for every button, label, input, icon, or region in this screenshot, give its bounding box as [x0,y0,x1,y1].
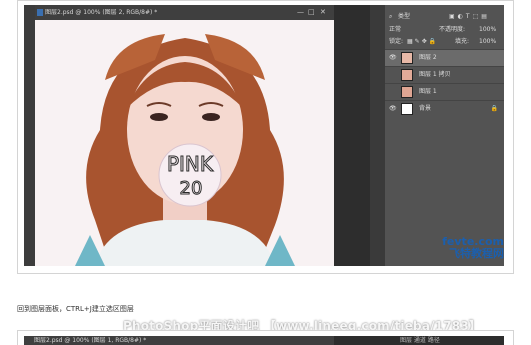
opacity-value[interactable]: 100% [479,24,496,35]
layer-row-layer2[interactable]: 👁 图层 2 [385,49,504,66]
visibility-eye-icon[interactable]: 👁 [389,54,397,62]
photo-portrait: PINK 20 [35,20,334,266]
lock-icons[interactable]: ▦✎✥🔒 [407,36,438,47]
lock-row[interactable]: 锁定: ▦✎✥🔒 填充: 100% [385,36,504,47]
fill-label: 填充: [455,38,470,45]
layer-row-layer1[interactable]: 图层 1 [385,83,504,100]
document-tab[interactable]: 图层2.psd @ 100% (图层 2, RGB/8#) * [35,5,334,20]
layer-filter-row[interactable]: ⌕ 类型 ▣◐T⬚▤ [385,11,504,22]
maximize-button[interactable]: □ [308,8,315,16]
fill-value[interactable]: 100% [479,36,496,47]
blend-mode-select[interactable]: 正常 [389,24,401,35]
tools-bar [24,5,35,266]
document-tab-title-2[interactable]: 图层2.psd @ 100% (图层 1, RGB/8#) * [34,336,146,345]
opacity-label: 不透明度: [439,26,466,33]
minimize-button[interactable]: — [297,8,304,16]
close-button[interactable]: ✕ [320,8,326,16]
layer-row-layer1-copy[interactable]: 图层 1 拷贝 [385,66,504,83]
blend-row[interactable]: 正常 不透明度: 100% [385,24,504,35]
filter-icons[interactable]: ▣◐T⬚▤ [449,11,490,22]
photoshop-window-2: 图层2.psd @ 100% (图层 1, RGB/8#) * 图层 通道 路径 [24,336,504,345]
search-icon: ⌕ [389,13,393,20]
layer-thumbnail [401,103,413,115]
panel-dock-bar [370,5,385,266]
layer-name: 图层 1 拷贝 [419,71,451,78]
document-icon [37,9,43,16]
layers-panel: ⌕ 类型 ▣◐T⬚▤ 正常 不透明度: 100% 锁定: ▦✎✥🔒 填充: 10… [385,5,504,266]
layer-thumbnail [401,86,413,98]
document-tab-title: 图层2.psd @ 100% (图层 2, RGB/8#) * [45,9,158,16]
logo-line-2: 飞特教程网 [449,247,504,260]
layer-filter-label: 类型 [398,13,411,20]
layer-thumbnail [401,52,413,64]
lock-label: 锁定: [389,38,404,45]
bubble-text-number: 20 [180,178,203,199]
site-logo: fevte.com 飞特教程网 [420,236,504,262]
lock-icon: 🔒 [490,105,498,112]
panel-tabs[interactable]: 图层 通道 路径 [400,336,440,345]
photoshop-window: 图层2.psd @ 100% (图层 2, RGB/8#) * — □ ✕ PI… [24,5,504,266]
bubble-text-pink: PINK [167,152,214,176]
document-canvas[interactable]: PINK 20 [35,20,334,266]
layer-name: 图层 1 [419,88,437,95]
visibility-eye-icon[interactable]: 👁 [389,105,397,113]
workspace-gap [334,5,370,266]
layer-name: 背景 [419,105,432,112]
layer-thumbnail [401,69,413,81]
layer-name: 图层 2 [419,54,437,61]
instruction-caption: 回到图层面板，CTRL+J建立选区图层 [17,305,134,313]
layer-row-background[interactable]: 👁 背景 🔒 [385,100,504,117]
